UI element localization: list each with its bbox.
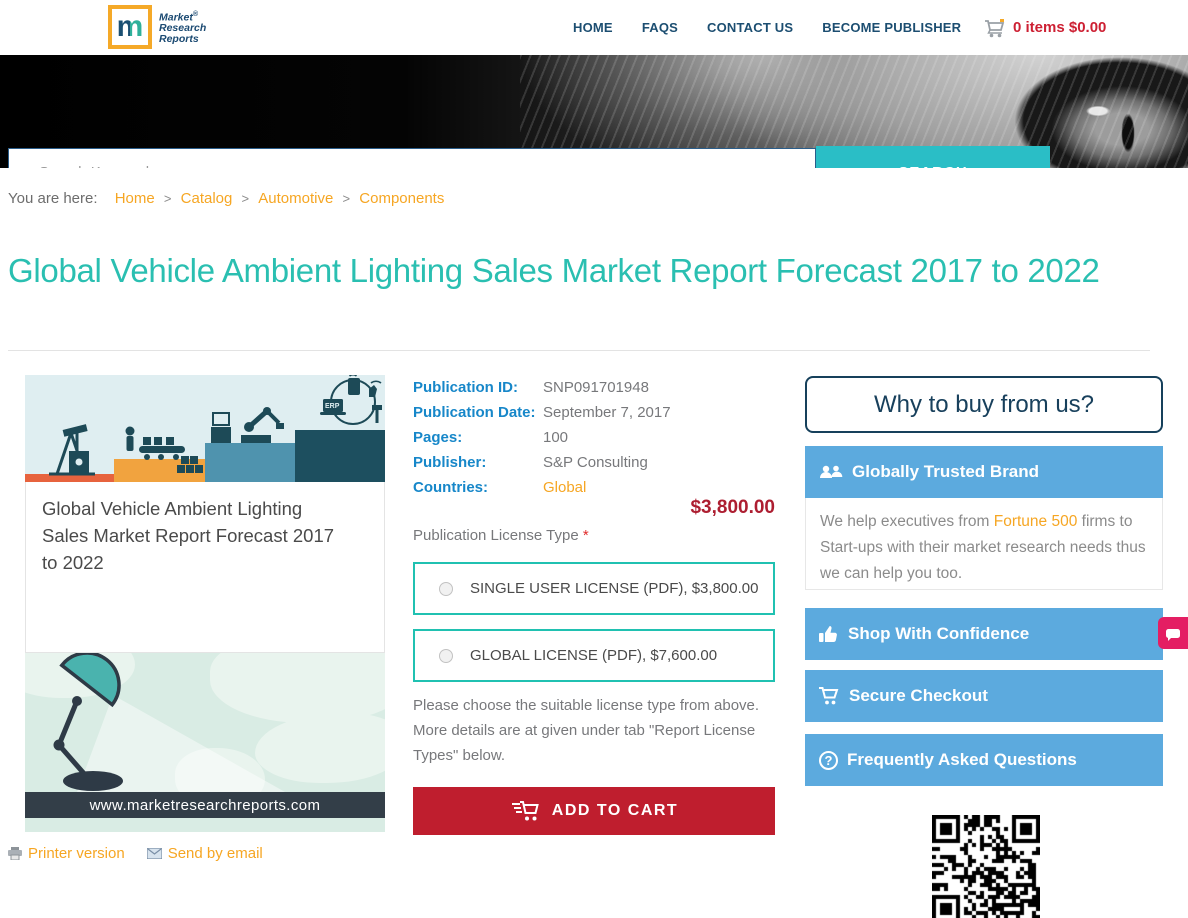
logo-text: Market® Research Reports: [159, 9, 206, 46]
cover-title: Global Vehicle Ambient Lighting Sales Ma…: [42, 498, 335, 573]
license-option-single-user[interactable]: SINGLE USER LICENSE (PDF), $3,800.00: [413, 562, 775, 615]
license-option-global[interactable]: GLOBAL LICENSE (PDF), $7,600.00: [413, 629, 775, 682]
detail-label: Countries:: [413, 479, 488, 496]
global-license-radio[interactable]: [439, 648, 453, 663]
add-to-cart-icon: [511, 801, 539, 821]
license-option-label: SINGLE USER LICENSE (PDF), $3,800.00: [470, 580, 759, 597]
detail-row-publisher: Publisher: S&P Consulting: [413, 450, 775, 475]
banner-label: Frequently Asked Questions: [847, 750, 1077, 769]
logo-m-icon: m: [108, 5, 152, 49]
cover-map-area: [25, 653, 385, 792]
nav-item-home[interactable]: HOME: [573, 20, 613, 35]
desk-lamp-icon: [53, 653, 285, 792]
breadcrumb-separator: >: [342, 191, 351, 206]
breadcrumb-separator: >: [241, 191, 250, 206]
page-title: Global Vehicle Ambient Lighting Sales Ma…: [8, 252, 1100, 289]
single-user-license-radio[interactable]: [439, 581, 453, 596]
detail-label: Pages:: [413, 429, 463, 446]
hero-banner-image: SEARCH: [0, 55, 1188, 168]
detail-row-publication-id: Publication ID: SNP091701948: [413, 375, 775, 400]
detail-row-publication-date: Publication Date: September 7, 2017: [413, 400, 775, 425]
trust-text: We help executives from Fortune 500 firm…: [805, 498, 1163, 590]
printer-icon: [8, 847, 22, 860]
cover-url-bar: www.marketresearchreports.com: [25, 792, 385, 818]
qr-code-image: [932, 815, 1040, 918]
banner-faq[interactable]: ? Frequently Asked Questions: [805, 734, 1163, 786]
cover-title-area: Global Vehicle Ambient Lighting Sales Ma…: [25, 482, 385, 653]
add-to-cart-label: ADD TO CART: [551, 802, 679, 819]
main-nav: HOME FAQS CONTACT US BECOME PUBLISHER: [573, 0, 961, 55]
cart-icon: [985, 18, 1005, 37]
divider: [8, 350, 1150, 351]
price: $3,800.00: [690, 497, 775, 518]
page: m Market® Research Reports HOME FAQS CON…: [0, 0, 1188, 918]
send-by-email-label: Send by email: [167, 845, 263, 862]
breadcrumb: You are here: Home > Catalog > Automotiv…: [8, 190, 449, 207]
printer-version-link[interactable]: Printer version: [8, 845, 125, 862]
license-label-text: Publication License Type: [413, 527, 583, 544]
breadcrumb-home[interactable]: Home: [115, 190, 155, 207]
site-logo[interactable]: m Market® Research Reports: [108, 5, 206, 49]
banner-secure-checkout: Secure Checkout: [805, 670, 1163, 722]
banner-label: Secure Checkout: [849, 686, 988, 705]
banner-globally-trusted: Globally Trusted Brand: [805, 446, 1163, 498]
users-icon: [820, 465, 843, 478]
trust-text-before: We help executives from: [820, 513, 994, 530]
cart-count-total: 0 items $0.00: [1013, 19, 1107, 36]
banner-label: Globally Trusted Brand: [852, 462, 1040, 481]
qr-code: [932, 815, 1040, 918]
banner-shop-with-confidence: Shop With Confidence: [805, 608, 1163, 660]
license-note: Please choose the suitable license type …: [413, 697, 760, 764]
detail-label: Publication Date:: [413, 404, 536, 421]
email-icon: [146, 848, 162, 859]
countries-global-link[interactable]: Global: [543, 479, 586, 496]
thumbs-up-icon: [819, 626, 837, 642]
cover-map-foot: [25, 818, 385, 832]
license-type-label: Publication License Type *: [413, 527, 589, 544]
industry-steps-illustration-icon: ERP: [25, 375, 385, 482]
product-details: Publication ID: SNP091701948 Publication…: [413, 375, 775, 835]
nav-item-contact-us[interactable]: CONTACT US: [707, 20, 793, 35]
cart-summary[interactable]: 0 items $0.00: [983, 0, 1106, 55]
license-option-label: GLOBAL LICENSE (PDF), $7,600.00: [470, 647, 718, 664]
checkout-cart-icon: [819, 687, 839, 705]
detail-label: Publication ID:: [413, 379, 518, 396]
detail-value: 100: [543, 429, 569, 446]
printer-version-label: Printer version: [28, 845, 125, 862]
cover-illustration: ERP: [25, 375, 385, 482]
breadcrumb-components[interactable]: Components: [359, 190, 444, 207]
header: m Market® Research Reports HOME FAQS CON…: [0, 0, 1188, 55]
banner-label: Shop With Confidence: [848, 624, 1030, 643]
live-chat-button[interactable]: [1158, 617, 1188, 649]
erp-label: ERP: [325, 403, 340, 410]
chat-bubble-icon: [1166, 628, 1180, 641]
detail-row-pages: Pages: 100: [413, 425, 775, 450]
logo-word-reports: Reports: [159, 33, 199, 46]
search-input[interactable]: [8, 148, 816, 168]
detail-value: September 7, 2017: [543, 404, 671, 421]
breadcrumb-catalog[interactable]: Catalog: [181, 190, 233, 207]
breadcrumb-separator: >: [163, 191, 172, 206]
question-circle-icon: ?: [819, 750, 838, 770]
detail-value: S&P Consulting: [543, 454, 648, 471]
breadcrumb-automotive[interactable]: Automotive: [258, 190, 333, 207]
report-cover-image: ERP Global Vehicle Ambient Lighting Sale…: [25, 375, 385, 832]
nav-item-become-publisher[interactable]: BECOME PUBLISHER: [822, 20, 961, 35]
why-buy-box: Why to buy from us?: [805, 376, 1163, 433]
why-buy-title: Why to buy from us?: [873, 390, 1095, 418]
fortune-500-link[interactable]: Fortune 500: [994, 513, 1078, 530]
detail-label: Publisher:: [413, 454, 487, 471]
cover-url: www.marketresearchreports.com: [89, 796, 321, 814]
send-by-email-link[interactable]: Send by email: [146, 845, 263, 862]
detail-value: SNP091701948: [543, 379, 649, 396]
breadcrumb-prefix: You are here:: [8, 190, 98, 207]
required-asterisk: *: [582, 527, 589, 544]
cover-actions: Printer version Send by email: [8, 845, 263, 862]
nav-item-faqs[interactable]: FAQS: [642, 20, 678, 35]
add-to-cart-button[interactable]: ADD TO CART: [413, 787, 775, 835]
registered-mark: ®: [192, 10, 199, 18]
search-button[interactable]: SEARCH: [816, 146, 1050, 168]
